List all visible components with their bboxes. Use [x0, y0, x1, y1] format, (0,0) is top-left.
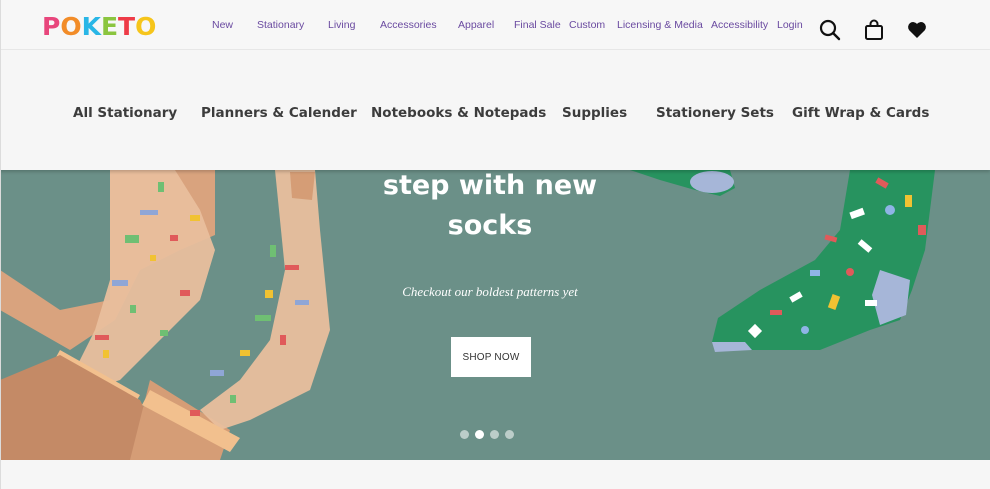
carousel-dot[interactable]: [490, 430, 499, 439]
nav-accessibility[interactable]: Accessibility: [711, 19, 768, 31]
carousel-dots: [460, 430, 520, 439]
nav-accessories[interactable]: Accessories: [380, 19, 437, 31]
logo-letter: E: [100, 12, 119, 41]
nav-licensing-media[interactable]: Licensing & Media: [617, 19, 703, 31]
hero-title-line1: step with new: [382, 170, 598, 201]
hero-title: step with new socks: [345, 166, 635, 246]
category-notebooks-notepads[interactable]: Notebooks & Notepads: [371, 105, 546, 121]
nav-login[interactable]: Login: [777, 19, 803, 31]
top-navigation: POKETO New Stationary Living Accessories…: [0, 0, 990, 50]
heart-icon[interactable]: [905, 18, 929, 42]
nav-final-sale[interactable]: Final Sale: [514, 19, 561, 31]
nav-custom[interactable]: Custom: [569, 19, 605, 31]
logo-letter: P: [42, 12, 61, 41]
poketo-logo[interactable]: POKETO: [42, 14, 156, 40]
category-supplies[interactable]: Supplies: [562, 105, 627, 121]
category-menu: All Stationary Planners & Calender Noteb…: [0, 50, 990, 170]
category-stationery-sets[interactable]: Stationery Sets: [656, 105, 774, 121]
carousel-dot-active[interactable]: [475, 430, 484, 439]
below-hero-area: [0, 460, 990, 489]
carousel-dot[interactable]: [460, 430, 469, 439]
category-gift-wrap-cards[interactable]: Gift Wrap & Cards: [792, 105, 929, 121]
nav-living[interactable]: Living: [328, 19, 355, 31]
nav-stationary[interactable]: Stationary: [257, 19, 304, 31]
logo-letter: T: [118, 12, 136, 41]
nav-apparel[interactable]: Apparel: [458, 19, 494, 31]
hero-title-line2: socks: [447, 210, 533, 241]
carousel-dot[interactable]: [505, 430, 514, 439]
logo-letter: K: [81, 12, 101, 41]
cart-icon[interactable]: [862, 18, 886, 42]
search-icon[interactable]: [818, 18, 842, 42]
nav-new[interactable]: New: [212, 19, 233, 31]
category-planners-calender[interactable]: Planners & Calender: [201, 105, 357, 121]
logo-letter: O: [60, 12, 82, 41]
hero-subtitle: Checkout our boldest patterns yet: [402, 284, 578, 299]
logo-letter: O: [135, 12, 157, 41]
shop-now-button[interactable]: SHOP NOW: [451, 337, 531, 377]
page-edge: [0, 0, 1, 489]
category-all-stationary[interactable]: All Stationary: [73, 105, 177, 121]
